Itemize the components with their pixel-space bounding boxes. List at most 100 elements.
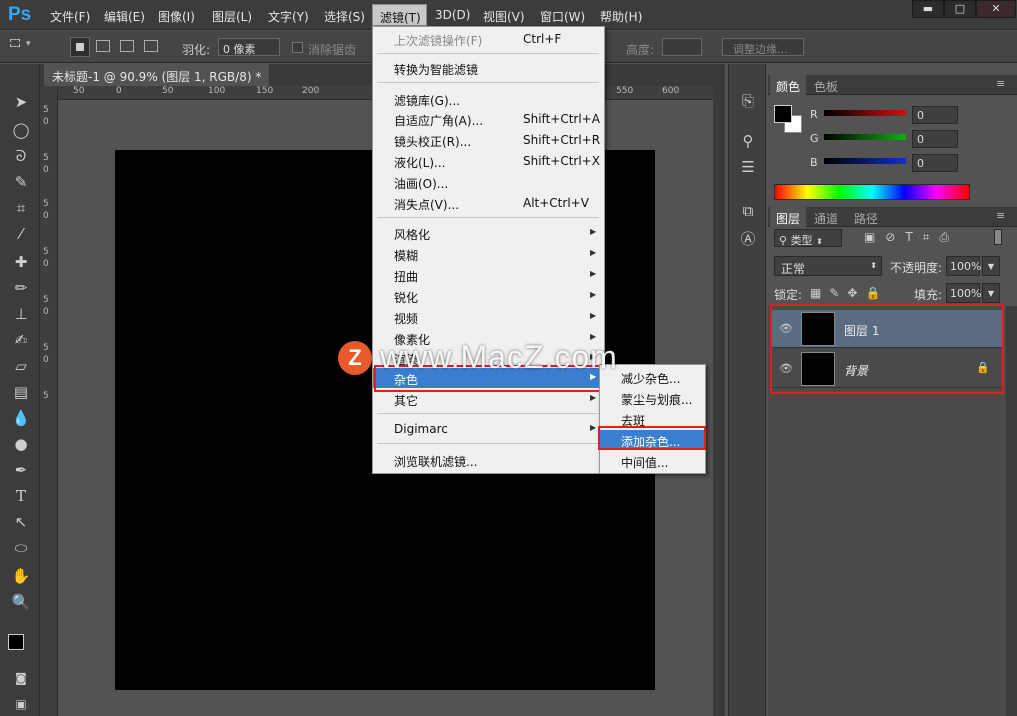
minimize-button[interactable]: ▬ — [912, 0, 944, 18]
close-button[interactable]: ✕ — [976, 0, 1016, 18]
layer-filter-icons[interactable]: ▣⊘T⌗⎙ — [864, 230, 959, 245]
adjustments-icon[interactable]: ☰ — [738, 158, 758, 178]
move-tool-icon[interactable]: ➤ — [10, 92, 32, 112]
menu-item-blur[interactable]: 模糊 ▶ — [373, 244, 604, 264]
healing-brush-icon[interactable]: ✚ — [10, 252, 32, 272]
menu-view[interactable]: 视图(V) — [483, 8, 525, 25]
menu-item-sharpen[interactable]: 锐化 ▶ — [373, 286, 604, 306]
document-tab[interactable]: 未标题-1 @ 90.9% (图层 1, RGB/8) * × — [44, 64, 269, 99]
eyedropper-icon[interactable]: ⁄ — [10, 224, 32, 244]
pen-tool-icon[interactable]: ✒ — [10, 460, 32, 480]
elliptical-marquee-icon[interactable]: ◯ — [10, 120, 32, 140]
menu-item-median[interactable]: 中间值... — [600, 451, 705, 471]
maximize-button[interactable]: □ — [944, 0, 976, 18]
feather-input[interactable]: 0 像素 — [218, 38, 280, 56]
new-selection-icon[interactable] — [70, 37, 90, 57]
fill-dropdown-icon[interactable]: ▼ — [982, 283, 1000, 303]
path-selection-icon[interactable]: ↖ — [10, 512, 32, 532]
ellipse-shape-icon[interactable]: ⬭ — [10, 538, 32, 558]
menu-item-oil-paint[interactable]: 油画(O)... — [373, 172, 604, 192]
menu-item-digimarc[interactable]: Digimarc ▶ — [373, 419, 604, 439]
menu-3d[interactable]: 3D(D) — [435, 8, 470, 22]
menu-item-filter-gallery[interactable]: 滤镜库(G)... — [373, 89, 604, 109]
menu-help[interactable]: 帮助(H) — [600, 8, 642, 25]
menu-item-dust-scratches[interactable]: 蒙尘与划痕... — [600, 388, 705, 408]
red-slider[interactable] — [824, 110, 906, 116]
menu-edit[interactable]: 编辑(E) — [104, 8, 145, 25]
brush-presets-icon[interactable]: ⚲ — [738, 132, 758, 152]
subtract-selection-icon[interactable] — [120, 40, 134, 52]
menu-item-liquify[interactable]: 液化(L)... Shift+Ctrl+X — [373, 151, 604, 171]
tab-paths[interactable]: 路径 — [848, 207, 884, 227]
lasso-tool-icon[interactable]: ᘐ — [10, 146, 32, 166]
hand-tool-icon[interactable]: ✋ — [10, 566, 32, 586]
height-input[interactable] — [662, 38, 702, 56]
zoom-tool-icon[interactable]: 🔍 — [10, 592, 32, 612]
type-tool-icon[interactable]: T — [10, 486, 32, 506]
crop-tool-icon[interactable]: ⌗ — [10, 198, 32, 218]
menu-type[interactable]: 文字(Y) — [268, 8, 309, 25]
clone-stamp-icon[interactable]: ⊥ — [10, 304, 32, 324]
green-slider[interactable] — [824, 134, 906, 140]
menu-item-adaptive-wide-angle[interactable]: 自适应广角(A)... Shift+Ctrl+A — [373, 109, 604, 129]
menu-item-stylize[interactable]: 风格化 ▶ — [373, 223, 604, 243]
tab-swatches[interactable]: 色板 — [808, 75, 844, 95]
menu-item-last-filter[interactable]: 上次滤镜操作(F) Ctrl+F — [373, 29, 604, 49]
dodge-tool-icon[interactable]: ● — [10, 434, 32, 454]
quick-mask-icon[interactable]: ◙ — [10, 668, 32, 688]
ruler-tick: 5 — [43, 247, 49, 257]
quick-selection-icon[interactable]: ✎ — [10, 172, 32, 192]
character-panel-icon[interactable]: Ⓐ — [738, 228, 758, 248]
history-brush-icon[interactable]: ✍ — [10, 330, 32, 350]
submenu-arrow-icon: ▶ — [590, 227, 597, 236]
menu-item-convert-smart-filter[interactable]: 转换为智能滤镜 — [373, 58, 604, 78]
fill-input[interactable]: 100% — [946, 283, 981, 303]
menu-item-video[interactable]: 视频 ▶ — [373, 307, 604, 327]
history-panel-icon[interactable]: ⎘ — [738, 92, 758, 112]
opacity-dropdown-icon[interactable]: ▼ — [982, 256, 1000, 276]
color-spectrum-bar[interactable] — [774, 184, 970, 200]
panel-menu-icon[interactable]: ≡ — [996, 77, 1005, 90]
opacity-input[interactable]: 100% — [946, 256, 981, 276]
tab-layers[interactable]: 图层 — [770, 207, 807, 227]
gradient-tool-icon[interactable]: ▤ — [10, 382, 32, 402]
menu-item-vanishing-point[interactable]: 消失点(V)... Alt+Ctrl+V — [373, 193, 604, 213]
layers-scrollbar[interactable] — [1006, 306, 1017, 716]
layers-menu-icon[interactable]: ≡ — [996, 209, 1005, 222]
red-value-input[interactable]: 0 — [912, 106, 958, 124]
filter-toggle-icon[interactable] — [994, 229, 1002, 245]
tab-channels[interactable]: 通道 — [808, 207, 844, 227]
tab-color[interactable]: 颜色 — [770, 75, 807, 95]
intersect-selection-icon[interactable] — [144, 40, 158, 52]
menu-item-other[interactable]: 其它 ▶ — [373, 389, 604, 409]
layer-kind-filter[interactable]: ⚲ 类型 ⬍ — [774, 229, 842, 247]
vertical-scrollbar[interactable] — [713, 64, 725, 716]
menu-layer[interactable]: 图层(L) — [212, 8, 252, 25]
blue-slider[interactable] — [824, 158, 906, 164]
add-selection-icon[interactable] — [96, 40, 110, 52]
menu-select[interactable]: 选择(S) — [324, 8, 365, 25]
menu-item-lens-correction[interactable]: 镜头校正(R)... Shift+Ctrl+R — [373, 130, 604, 150]
blend-mode-select[interactable]: 正常 ⬍ — [774, 256, 882, 276]
brush-tool-icon[interactable]: ✏ — [10, 278, 32, 298]
menu-item-distort[interactable]: 扭曲 ▶ — [373, 265, 604, 285]
blur-tool-icon[interactable]: 💧 — [10, 408, 32, 428]
eraser-tool-icon[interactable]: ▱ — [10, 356, 32, 376]
tool-preset-arrow-icon[interactable]: ▾ — [26, 39, 31, 49]
blue-value-input[interactable]: 0 — [912, 154, 958, 172]
menu-item-browse-online-filters[interactable]: 浏览联机滤镜... — [373, 450, 604, 470]
menu-window[interactable]: 窗口(W) — [540, 8, 585, 25]
clone-source-icon[interactable]: ⧉ — [738, 202, 758, 222]
blend-mode-value: 正常 — [781, 262, 806, 276]
menu-filter[interactable]: 滤镜(T) — [372, 4, 427, 26]
menu-file[interactable]: 文件(F) — [50, 8, 90, 25]
screen-mode-icon[interactable]: ▣ — [10, 694, 32, 714]
lock-icons[interactable]: ▦✎✥🔒 — [810, 286, 888, 300]
antialias-checkbox[interactable] — [292, 42, 303, 53]
green-value-input[interactable]: 0 — [912, 130, 958, 148]
refine-edge-button[interactable]: 调整边缘... — [722, 38, 804, 56]
menu-image[interactable]: 图像(I) — [158, 8, 195, 25]
marquee-icon[interactable] — [10, 39, 20, 47]
foreground-color-swatch[interactable] — [8, 634, 24, 650]
color-foreground-swatch[interactable] — [774, 105, 792, 123]
